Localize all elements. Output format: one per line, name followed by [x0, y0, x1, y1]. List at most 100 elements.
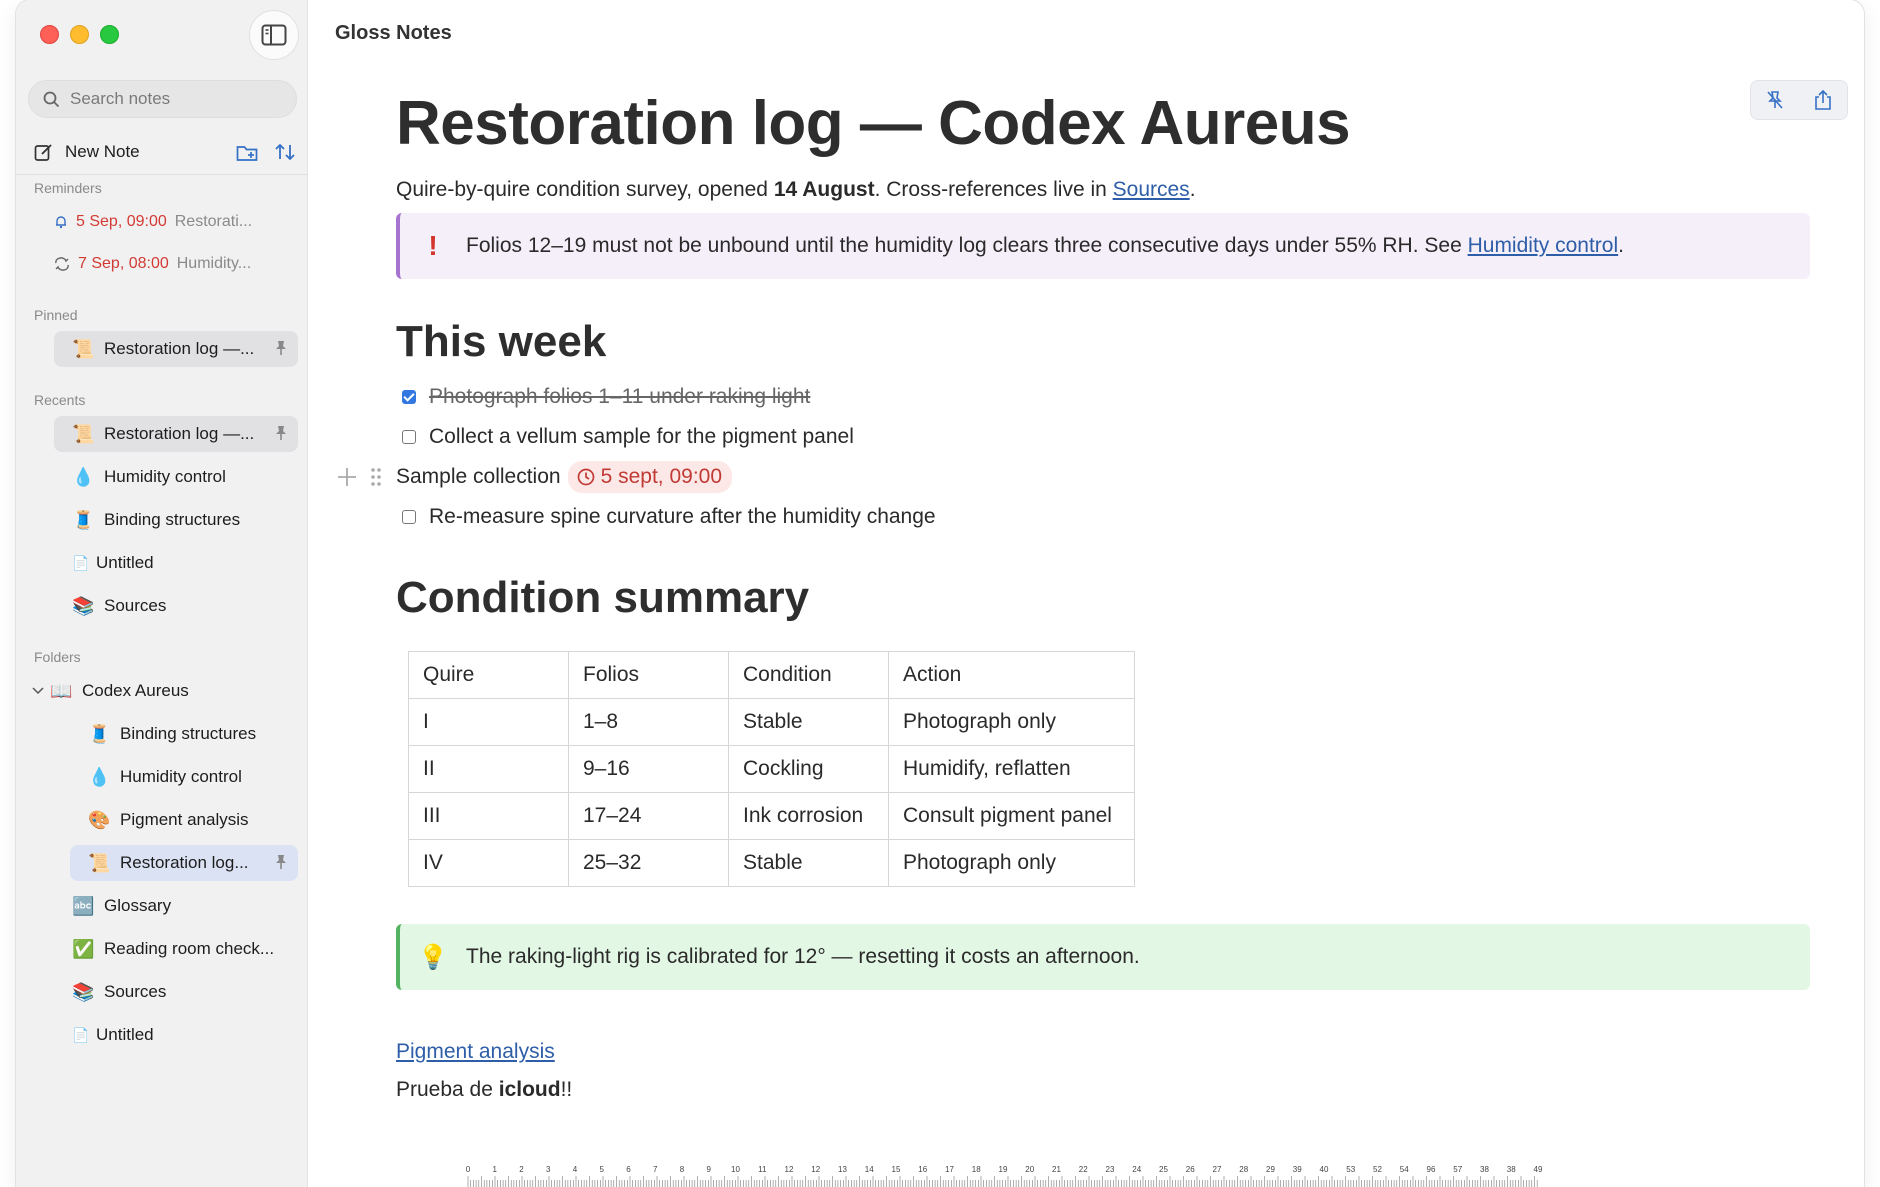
reminder-text: Humidity...	[176, 255, 252, 272]
plus-icon[interactable]	[336, 466, 358, 488]
sort-icon[interactable]	[274, 142, 296, 162]
recent-item-binding-structures[interactable]: 🧵 Binding structures	[72, 502, 240, 538]
table-cell[interactable]: 1–8	[568, 698, 729, 747]
ruler-label: 57	[1453, 1165, 1462, 1174]
pigment-analysis-link[interactable]: Pigment analysis	[396, 1040, 555, 1063]
humidity-control-link[interactable]: Humidity control	[1468, 234, 1619, 257]
recent-item-humidity-control[interactable]: 💧 Humidity control	[72, 459, 226, 495]
root-item-untitled[interactable]: 📄 Untitled	[72, 1017, 154, 1053]
task-checkbox[interactable]	[402, 430, 416, 445]
table-cell[interactable]: Cockling	[728, 745, 889, 794]
ruler-label: 23	[1106, 1165, 1115, 1174]
subtitle-bold-date: 14 August	[773, 178, 875, 202]
note-label: Glossary	[104, 896, 172, 915]
new-note-row: New Note	[34, 138, 296, 166]
new-note-button[interactable]: New Note	[65, 142, 140, 162]
heading-condition-summary[interactable]: Condition summary	[396, 573, 1816, 623]
table-cell[interactable]: II	[408, 745, 569, 794]
heading-this-week[interactable]: This week	[396, 317, 1816, 367]
share-icon[interactable]	[1814, 89, 1832, 111]
pigment-link-paragraph: Pigment analysis	[396, 1040, 1816, 1064]
task-item: Collect a vellum sample for the pigment …	[396, 417, 1816, 457]
search-input[interactable]	[70, 89, 270, 109]
drag-handle-icon[interactable]	[370, 467, 382, 487]
section-folders: Folders	[34, 649, 81, 665]
note-subtitle[interactable]: Quire-by-quire condition survey, opened …	[396, 178, 1816, 202]
table-cell[interactable]: Photograph only	[888, 839, 1135, 888]
search-field[interactable]	[28, 80, 297, 118]
ruler-label: 38	[1480, 1165, 1489, 1174]
root-item-reading-room[interactable]: ✅ Reading room check...	[72, 931, 274, 967]
sources-link[interactable]: Sources	[1113, 178, 1190, 201]
table-cell[interactable]: Consult pigment panel	[888, 792, 1135, 841]
folder-item-binding-structures[interactable]: 🧵 Binding structures	[88, 716, 256, 752]
task-text[interactable]: Re-measure spine curvature after the hum…	[429, 505, 936, 529]
note-label: Reading room check...	[104, 939, 275, 958]
ruler-label: 20	[1025, 1165, 1034, 1174]
thread-icon: 🧵	[88, 723, 111, 744]
folder-codex-aureus[interactable]: 📖 Codex Aureus	[32, 673, 189, 709]
ruler-label: 3	[546, 1165, 551, 1174]
tip-callout[interactable]: 💡 The raking-light rig is calibrated for…	[396, 924, 1810, 991]
note-title[interactable]: Restoration log — Codex Aureus	[396, 89, 1816, 158]
ruler-label: 12	[811, 1165, 820, 1174]
reminder-chip[interactable]: 5 sept, 09:00	[567, 461, 733, 494]
ruler-label: 12	[785, 1165, 794, 1174]
recent-item-restoration-log[interactable]: 📜 Restoration log —...	[54, 416, 298, 452]
task-text[interactable]: Photograph folios 1–11 under raking ligh…	[429, 385, 810, 409]
table-cell[interactable]: Photograph only	[888, 698, 1135, 747]
pinned-item-restoration-log[interactable]: 📜 Restoration log —...	[54, 331, 298, 367]
table-cell[interactable]: Humidify, reflatten	[888, 745, 1135, 794]
table-cell[interactable]: Stable	[728, 839, 889, 888]
zoom-window-button[interactable]	[100, 25, 119, 44]
folder-item-restoration-log[interactable]: 📜 Restoration log...	[70, 845, 298, 881]
ruler-label: 11	[758, 1165, 767, 1174]
chevron-down-icon[interactable]	[32, 686, 44, 696]
table-cell[interactable]: Ink corrosion	[728, 792, 889, 841]
condition-table[interactable]: Quire Folios Condition Action I 1–8 Stab…	[408, 651, 1135, 888]
footer-paragraph[interactable]: Prueba de icloud!!	[396, 1078, 1816, 1102]
section-recents: Recents	[34, 392, 86, 408]
minimize-window-button[interactable]	[70, 25, 89, 44]
ruler-label: 39	[1293, 1165, 1302, 1174]
table-header-cell[interactable]: Folios	[568, 651, 729, 700]
table-cell[interactable]: Stable	[728, 698, 889, 747]
table-header-cell[interactable]: Condition	[728, 651, 889, 700]
table-cell[interactable]: IV	[408, 839, 569, 888]
root-item-glossary[interactable]: 🔤 Glossary	[72, 888, 171, 924]
compose-icon[interactable]	[34, 143, 53, 162]
table-cell[interactable]: 9–16	[568, 745, 729, 794]
table-cell[interactable]: 17–24	[568, 792, 729, 841]
task-item: Photograph folios 1–11 under raking ligh…	[396, 377, 1816, 417]
table-cell[interactable]: III	[408, 792, 569, 841]
recent-item-sources[interactable]: 📚 Sources	[72, 588, 166, 624]
root-item-sources[interactable]: 📚 Sources	[72, 974, 166, 1010]
note-document[interactable]: Restoration log — Codex Aureus Quire-by-…	[338, 89, 1816, 1102]
ruler-label: 1	[493, 1165, 498, 1174]
table-cell[interactable]: 25–32	[568, 839, 729, 888]
folder-label: Codex Aureus	[82, 681, 189, 700]
sample-collection-text[interactable]: Sample collection	[396, 465, 561, 489]
close-window-button[interactable]	[40, 25, 59, 44]
tip-text: The raking-light rig is calibrated for 1…	[466, 945, 1140, 969]
check-mark-icon: ✅	[72, 938, 95, 959]
ruler-label: 2	[519, 1165, 524, 1174]
task-checkbox-checked[interactable]	[402, 390, 416, 405]
task-checkbox[interactable]	[402, 510, 416, 525]
new-folder-icon[interactable]	[236, 143, 260, 162]
task-text[interactable]: Collect a vellum sample for the pigment …	[429, 425, 854, 449]
table-header-cell[interactable]: Action	[888, 651, 1135, 700]
table-header-cell[interactable]: Quire	[408, 651, 569, 700]
ruler-label: 18	[972, 1165, 981, 1174]
reminder-item[interactable]: 5 Sep, 09:00 Restorati...	[54, 204, 294, 240]
warning-callout[interactable]: ! Folios 12–19 must not be unbound until…	[396, 213, 1810, 280]
toggle-sidebar-button[interactable]	[249, 10, 299, 60]
folder-item-humidity-control[interactable]: 💧 Humidity control	[88, 759, 242, 795]
folder-item-pigment-analysis[interactable]: 🎨 Pigment analysis	[88, 802, 249, 838]
table-cell[interactable]: I	[408, 698, 569, 747]
note-label: Sources	[104, 596, 167, 615]
bell-icon	[56, 216, 66, 229]
recent-item-untitled[interactable]: 📄 Untitled	[72, 545, 154, 581]
ruler-label: 40	[1320, 1165, 1329, 1174]
reminder-item[interactable]: 7 Sep, 08:00 Humidity...	[54, 246, 294, 282]
